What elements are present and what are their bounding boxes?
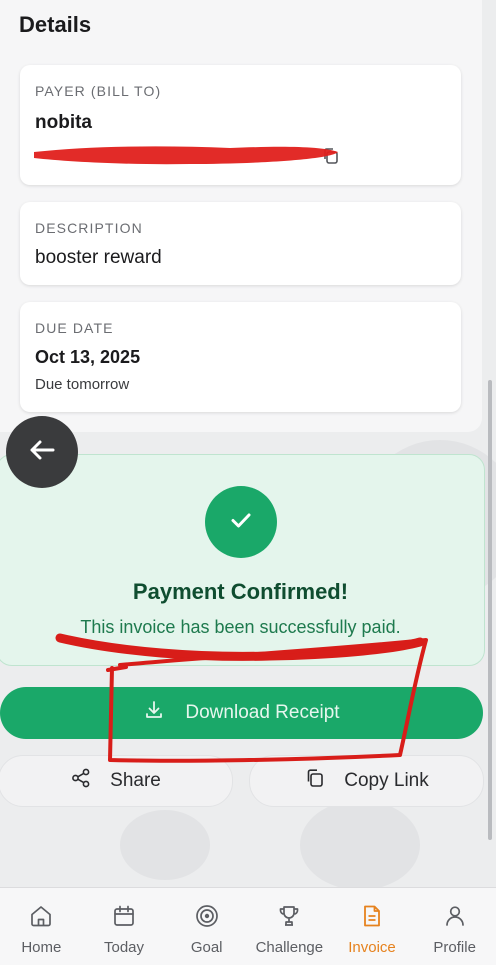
due-date-value: Oct 13, 2025 — [35, 347, 141, 367]
payer-label: PAYER (BILL TO) — [35, 83, 162, 99]
home-icon — [28, 903, 54, 933]
copy-link-label: Copy Link — [344, 770, 429, 791]
copy-link-button[interactable]: Copy Link — [249, 755, 484, 807]
confirmation-title: Payment Confirmed! — [132, 579, 349, 604]
payment-confirmed-card: Payment Confirmed! This invoice has been… — [0, 454, 485, 666]
description-label: DESCRIPTION — [35, 220, 143, 236]
back-button[interactable] — [6, 416, 78, 488]
background-blob — [120, 810, 210, 880]
due-date-card: DUE DATE Oct 13, 2025 Due tomorrow — [20, 302, 461, 412]
nav-label: Today — [103, 939, 145, 956]
nav-profile[interactable]: Profile — [413, 888, 496, 965]
due-date-note: Due tomorrow — [35, 376, 130, 393]
description-card: DESCRIPTION booster reward — [20, 202, 461, 285]
nav-home[interactable]: Home — [0, 888, 83, 965]
trophy-icon — [276, 903, 302, 933]
check-circle — [205, 486, 277, 558]
payer-name: nobita — [35, 112, 92, 133]
arrow-left-icon — [25, 433, 59, 472]
share-button[interactable]: Share — [0, 755, 233, 807]
payer-card: PAYER (BILL TO) nobita — [20, 65, 461, 185]
nav-label: Profile — [433, 939, 476, 956]
description-value: booster reward — [35, 247, 162, 268]
section-title: Details — [19, 12, 92, 37]
share-icon — [70, 767, 92, 795]
confirmation-message: This invoice has been successfully paid. — [80, 617, 401, 637]
background-blob — [300, 800, 420, 890]
details-sheet: Details PAYER (BILL TO) nobita DESCRIPTI… — [0, 0, 482, 432]
nav-today[interactable]: Today — [83, 888, 166, 965]
nav-label: Challenge — [255, 939, 324, 956]
document-icon — [359, 903, 385, 933]
check-icon — [226, 505, 256, 540]
nav-challenge[interactable]: Challenge — [248, 888, 331, 965]
download-receipt-label: Download Receipt — [185, 702, 340, 723]
nav-label: Home — [21, 939, 62, 956]
nav-invoice[interactable]: Invoice — [331, 888, 414, 965]
target-icon — [194, 903, 220, 933]
download-receipt-button[interactable]: Download Receipt — [0, 687, 483, 739]
scrollbar[interactable] — [488, 380, 492, 840]
share-label: Share — [110, 770, 161, 791]
calendar-icon — [111, 903, 137, 933]
due-date-label: DUE DATE — [35, 320, 114, 336]
nav-label: Invoice — [348, 939, 396, 956]
copy-icon — [304, 767, 326, 795]
nav-label: Goal — [190, 939, 223, 956]
user-icon — [442, 903, 468, 933]
copy-icon[interactable] — [321, 146, 341, 171]
nav-goal[interactable]: Goal — [165, 888, 248, 965]
bottom-nav: Home Today Goal Challenge Invoice Profil… — [0, 887, 496, 965]
download-icon — [143, 699, 165, 727]
